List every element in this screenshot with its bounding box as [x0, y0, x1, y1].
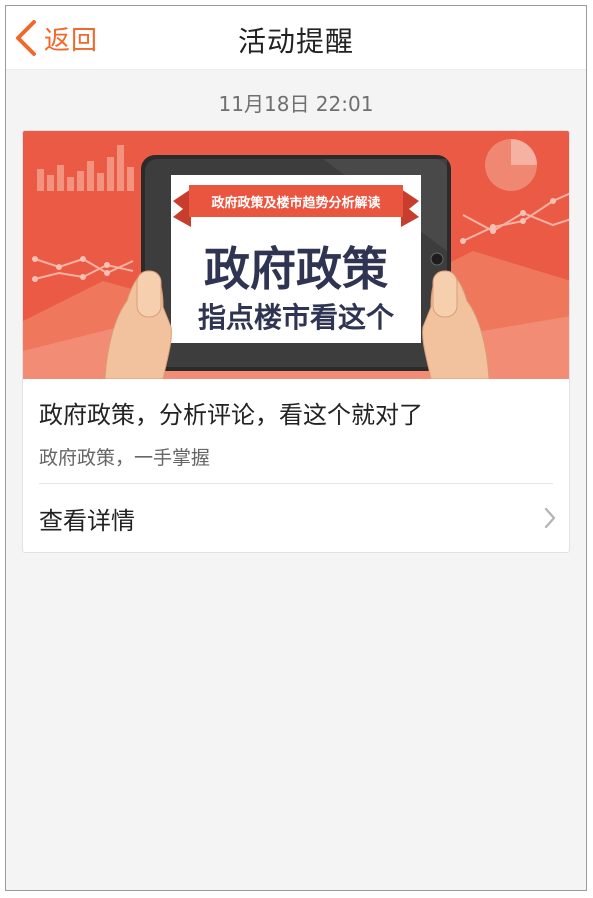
activity-card[interactable]: 政府政策及楼市趋势分析解读 政府政策 指点楼市看这个 政府政策，分析评论，看这个…	[22, 130, 570, 553]
banner-headline: 政府政策	[204, 242, 388, 296]
message-timestamp: 11月18日 22:01	[218, 92, 374, 116]
view-details-button[interactable]: 查看详情	[23, 484, 569, 552]
view-details-label: 查看详情	[39, 506, 135, 535]
chevron-right-icon	[544, 507, 556, 529]
app-screen: 返回 活动提醒 11月18日 22:01 政府政策及楼市趋势分析解读 政府政策 …	[5, 5, 587, 891]
card-subtitle: 政府政策，一手掌握	[39, 447, 211, 469]
page-title: 活动提醒	[237, 25, 354, 58]
activity-banner-image[interactable]: 政府政策及楼市趋势分析解读 政府政策 指点楼市看这个	[23, 131, 569, 379]
card-title: 政府政策，分析评论，看这个就对了	[39, 401, 423, 429]
banner-subline: 指点楼市看这个	[198, 301, 395, 334]
banner-ribbon-text: 政府政策及楼市趋势分析解读	[211, 195, 380, 211]
nav-header: 返回 活动提醒	[6, 6, 586, 70]
